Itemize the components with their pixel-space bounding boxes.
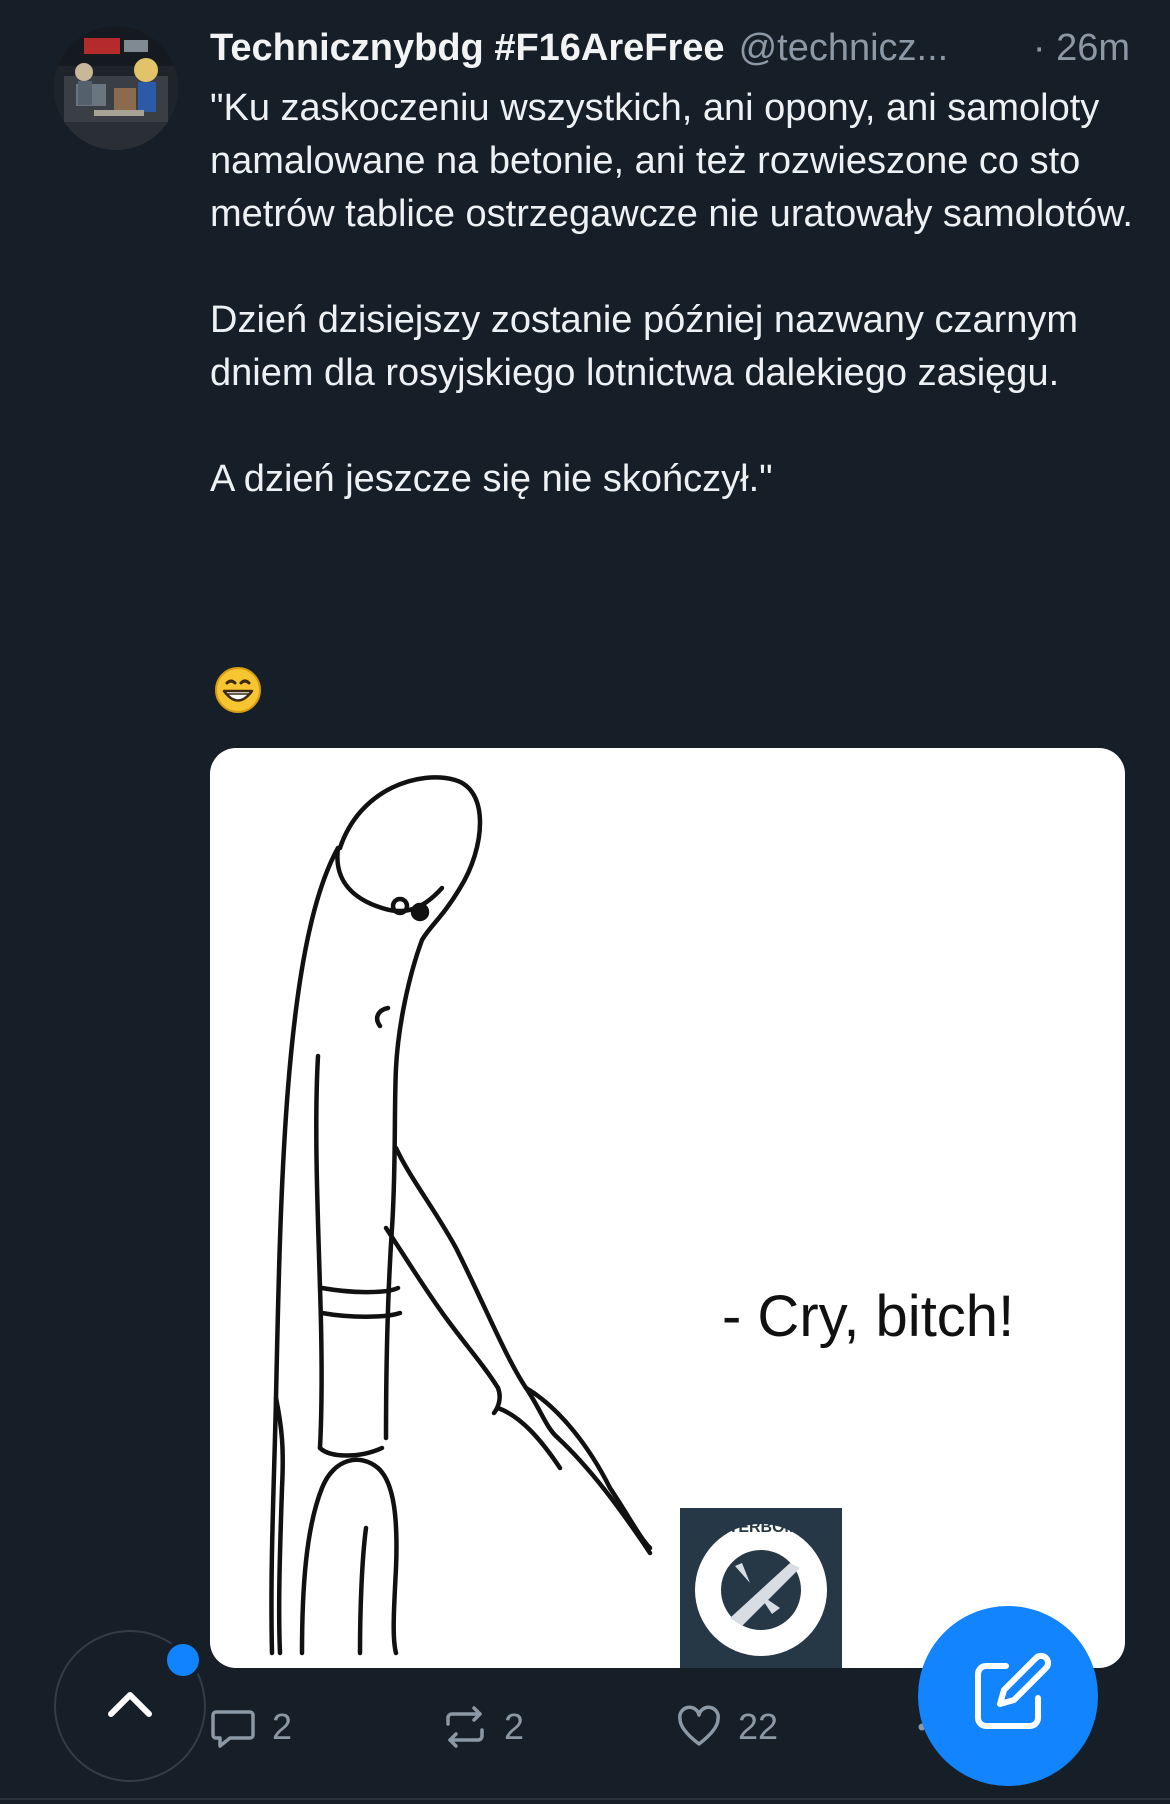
reply-count: 2 [272, 1706, 293, 1747]
reply-button[interactable]: 2 [210, 1695, 292, 1759]
badge-text: FIGHTERBOMBER [690, 1519, 832, 1536]
post-paragraph: Dzień dzisiejszy zostanie później nazwan… [210, 299, 1079, 394]
like-button[interactable]: 22 [676, 1695, 778, 1759]
repost-icon [446, 1706, 484, 1748]
grinning-face-emoji [214, 666, 262, 714]
post[interactable]: Technicznybdg #F16AreFree @technicz... ·… [0, 0, 1170, 1804]
repost-count: 2 [504, 1706, 525, 1747]
post-paragraph: "Ku zaskoczeniu wszystkich, ani opony, a… [210, 87, 1133, 235]
compose-icon [975, 1652, 1052, 1729]
post-image[interactable]: - Cry, bitch! FIGHTERBOMBER [210, 748, 1125, 1668]
divider [0, 1798, 1170, 1800]
user-handle[interactable]: @technicz... [739, 27, 949, 70]
meme-illustration: - Cry, bitch! FIGHTERBOMBER [269, 775, 1014, 1668]
avatar[interactable] [54, 26, 178, 150]
image-caption: - Cry, bitch! [722, 1284, 1014, 1349]
repost-button[interactable]: 2 [442, 1695, 524, 1759]
post-paragraph: A dzień jeszcze się nie skończył." [210, 458, 773, 500]
post-timestamp[interactable]: · 26m [1033, 27, 1130, 70]
new-posts-indicator [163, 1640, 203, 1680]
heart-icon [678, 1705, 720, 1746]
display-name[interactable]: Technicznybdg #F16AreFree [210, 27, 725, 70]
fighterbomber-badge: FIGHTERBOMBER [680, 1508, 842, 1668]
post-text: "Ku zaskoczeniu wszystkich, ani opony, a… [210, 82, 1140, 506]
post-header: Technicznybdg #F16AreFree @technicz... ·… [210, 20, 1130, 76]
like-count: 22 [738, 1706, 779, 1747]
speech-bubble-icon [211, 1710, 255, 1748]
avatar-image [54, 26, 178, 150]
compose-button[interactable] [918, 1606, 1098, 1786]
